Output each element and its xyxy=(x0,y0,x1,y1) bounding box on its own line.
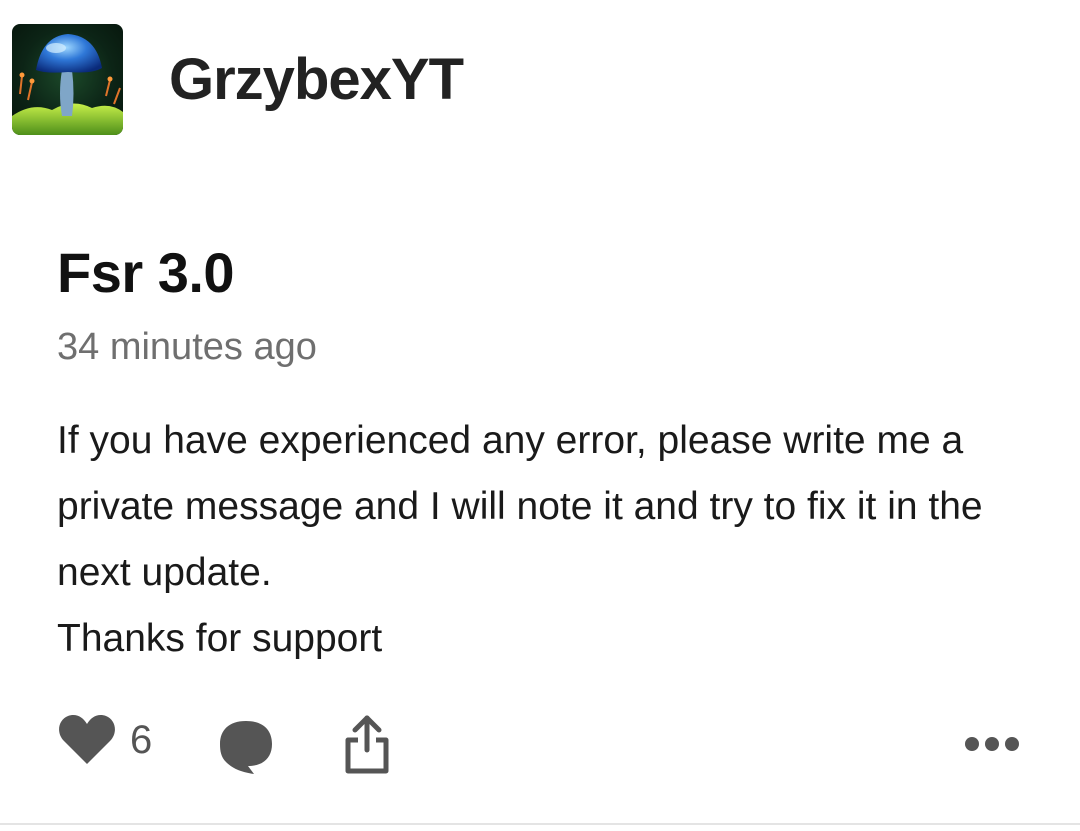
post-divider xyxy=(0,823,1080,825)
share-icon xyxy=(345,715,389,774)
comment-bubble-icon xyxy=(220,721,272,774)
mushroom-avatar-image xyxy=(12,34,123,135)
comment-button[interactable] xyxy=(218,718,274,776)
author-name[interactable]: GrzybexYT xyxy=(169,46,464,113)
post-card: GrzybexYT Fsr 3.0 34 minutes ago If you … xyxy=(0,0,1080,831)
post-body: If you have experienced any error, pleas… xyxy=(57,408,1047,672)
share-button[interactable] xyxy=(343,714,391,776)
like-count: 6 xyxy=(130,717,153,762)
post-timestamp: 34 minutes ago xyxy=(57,326,317,368)
more-dots-icon xyxy=(965,737,1019,751)
more-options-button[interactable] xyxy=(964,736,1020,752)
heart-icon xyxy=(59,714,115,764)
post-title: Fsr 3.0 xyxy=(57,241,235,304)
post-body-paragraph: Thanks for support xyxy=(57,617,383,660)
post-body-paragraph: If you have experienced any error, pleas… xyxy=(57,419,983,594)
author-row[interactable]: GrzybexYT xyxy=(12,24,464,135)
like-button[interactable]: 6 xyxy=(58,714,152,766)
post-actions: 6 xyxy=(58,714,1028,784)
avatar[interactable] xyxy=(12,24,123,135)
